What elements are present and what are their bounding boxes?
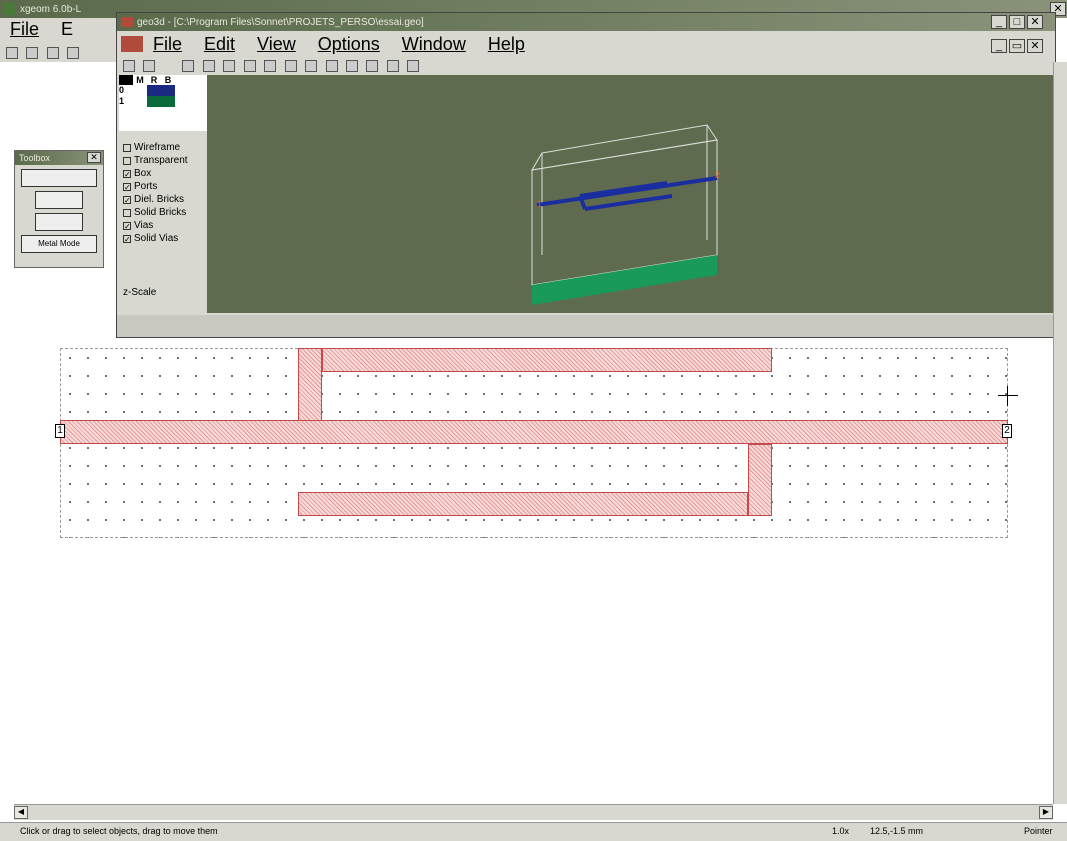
toolbox-window: Toolbox ✕ Metal Mode <box>14 150 104 268</box>
option-diel-bricks[interactable]: ✓ Diel. Bricks <box>123 193 188 206</box>
view-front-icon[interactable] <box>345 59 358 72</box>
status-bar: Click or drag to select objects, drag to… <box>0 822 1067 841</box>
layer-header-b: B <box>164 75 172 85</box>
menu-help[interactable]: Help <box>488 34 525 55</box>
view-side-icon[interactable] <box>366 59 379 72</box>
draw-tool-button[interactable] <box>35 191 83 209</box>
zoom-icon[interactable] <box>243 59 256 72</box>
upper-strip[interactable] <box>322 348 772 372</box>
outer-menu-file[interactable]: File <box>10 19 39 40</box>
scroll-left-arrow[interactable]: ◀ <box>14 806 28 819</box>
scroll-right-arrow[interactable]: ▶ <box>1039 806 1053 819</box>
menu-file[interactable]: File <box>153 34 182 55</box>
toolbox-close-button[interactable]: ✕ <box>87 152 101 163</box>
geo3d-title: geo3d - [C:\Program Files\Sonnet\PROJETS… <box>137 16 424 28</box>
option-ports[interactable]: ✓ Ports <box>123 180 188 193</box>
pointer-icon[interactable] <box>182 59 195 72</box>
option-solid-bricks[interactable]: Solid Bricks <box>123 206 188 219</box>
zoom-in-icon[interactable] <box>264 59 277 72</box>
layer-header-r: R <box>150 75 158 85</box>
geo3d-app-icon <box>121 17 133 27</box>
geo3d-maximize-button[interactable]: □ <box>1009 15 1025 29</box>
lower-strip[interactable] <box>298 492 748 516</box>
rotate-z-icon[interactable] <box>223 59 236 72</box>
zoom-out-icon[interactable] <box>284 59 297 72</box>
outer-toolbar <box>0 40 120 62</box>
app-icon <box>4 3 16 15</box>
pointer-tool-button[interactable] <box>21 169 97 187</box>
metal-mode-button[interactable]: Metal Mode <box>21 235 97 253</box>
status-message: Click or drag to select objects, drag to… <box>20 826 218 836</box>
layer-header-m: M <box>136 75 144 85</box>
menu-edit[interactable]: Edit <box>204 34 235 55</box>
geo3d-title-bar: geo3d - [C:\Program Files\Sonnet\PROJETS… <box>117 13 1055 31</box>
menu-window[interactable]: Window <box>402 34 466 55</box>
geo3d-window: geo3d - [C:\Program Files\Sonnet\PROJETS… <box>116 12 1056 338</box>
toolbox-title: Toolbox <box>19 153 51 163</box>
view-top-icon[interactable] <box>386 59 399 72</box>
geo3d-statusbar <box>117 315 1055 337</box>
view-3d-icon[interactable] <box>325 59 338 72</box>
geo3d-app-menu-icon[interactable] <box>121 36 143 52</box>
doc-close-button[interactable]: ✕ <box>1027 39 1043 53</box>
option-solid-vias[interactable]: ✓ Solid Vias <box>123 232 188 245</box>
geo3d-toolbar <box>117 57 1055 73</box>
cut-icon[interactable] <box>67 46 80 59</box>
layout-canvas[interactable]: 1 2 <box>0 340 1053 805</box>
outer-title: xgeom 6.0b-L <box>20 3 82 15</box>
view-iso-icon[interactable] <box>407 59 420 72</box>
status-coords: 12.5,-1.5 mm <box>870 826 924 836</box>
option-transparent[interactable]: Transparent <box>123 154 188 167</box>
open-file-icon[interactable] <box>26 46 39 59</box>
open-icon[interactable] <box>123 59 135 72</box>
zscale-label: z-Scale <box>123 287 157 298</box>
rotate-icon[interactable] <box>202 59 215 72</box>
vertical-scrollbar[interactable] <box>1053 62 1067 804</box>
zoom-fit-icon[interactable] <box>305 59 318 72</box>
3d-port-2: 2 <box>715 170 720 180</box>
doc-restore-button[interactable]: ▭ <box>1009 39 1025 53</box>
crosshair-cursor-icon <box>998 386 1018 406</box>
option-vias[interactable]: ✓ Vias <box>123 219 188 232</box>
outer-menubar: File E <box>0 18 120 40</box>
main-line[interactable] <box>60 420 1008 444</box>
layer-table[interactable]: M R B 0 1 <box>119 75 207 131</box>
menu-options[interactable]: Options <box>318 34 380 55</box>
status-zoom: 1.0x <box>832 826 850 836</box>
layer-row-1: 1 <box>119 96 125 106</box>
outer-menu-edit[interactable]: E <box>61 19 73 40</box>
geo3d-close-button[interactable]: ✕ <box>1027 15 1043 29</box>
option-wireframe-box[interactable] <box>123 143 131 152</box>
geo3d-menubar: File Edit View Options Window Help <box>117 33 1055 55</box>
doc-minimize-button[interactable]: _ <box>991 39 1007 53</box>
geo3d-minimize-button[interactable]: _ <box>991 15 1007 29</box>
option-box[interactable]: ✓ Box <box>123 167 188 180</box>
3d-port-1: 1 <box>537 199 542 209</box>
menu-view[interactable]: View <box>257 34 296 55</box>
option-wireframe[interactable]: Wireframe <box>123 141 188 154</box>
lower-stub[interactable] <box>748 444 772 516</box>
upper-stub[interactable] <box>298 348 322 422</box>
status-mode: Pointer <box>1024 826 1053 836</box>
new-file-icon[interactable] <box>6 46 18 59</box>
port-2-label[interactable]: 2 <box>1002 424 1012 438</box>
copy-icon[interactable] <box>143 59 156 72</box>
port-1-label[interactable]: 1 <box>55 424 65 438</box>
layer-panel: M R B 0 1 Wireframe Transparent ✓ Box ✓ Po… <box>119 75 207 313</box>
3d-model: 1 2 <box>531 124 720 305</box>
horizontal-scrollbar[interactable]: ◀ ▶ <box>14 804 1053 820</box>
layer-row-0: 0 <box>119 85 125 95</box>
save-icon[interactable] <box>46 46 59 59</box>
3d-viewport[interactable]: 1 2 <box>207 75 1053 313</box>
edit-tool-button[interactable] <box>35 213 83 231</box>
